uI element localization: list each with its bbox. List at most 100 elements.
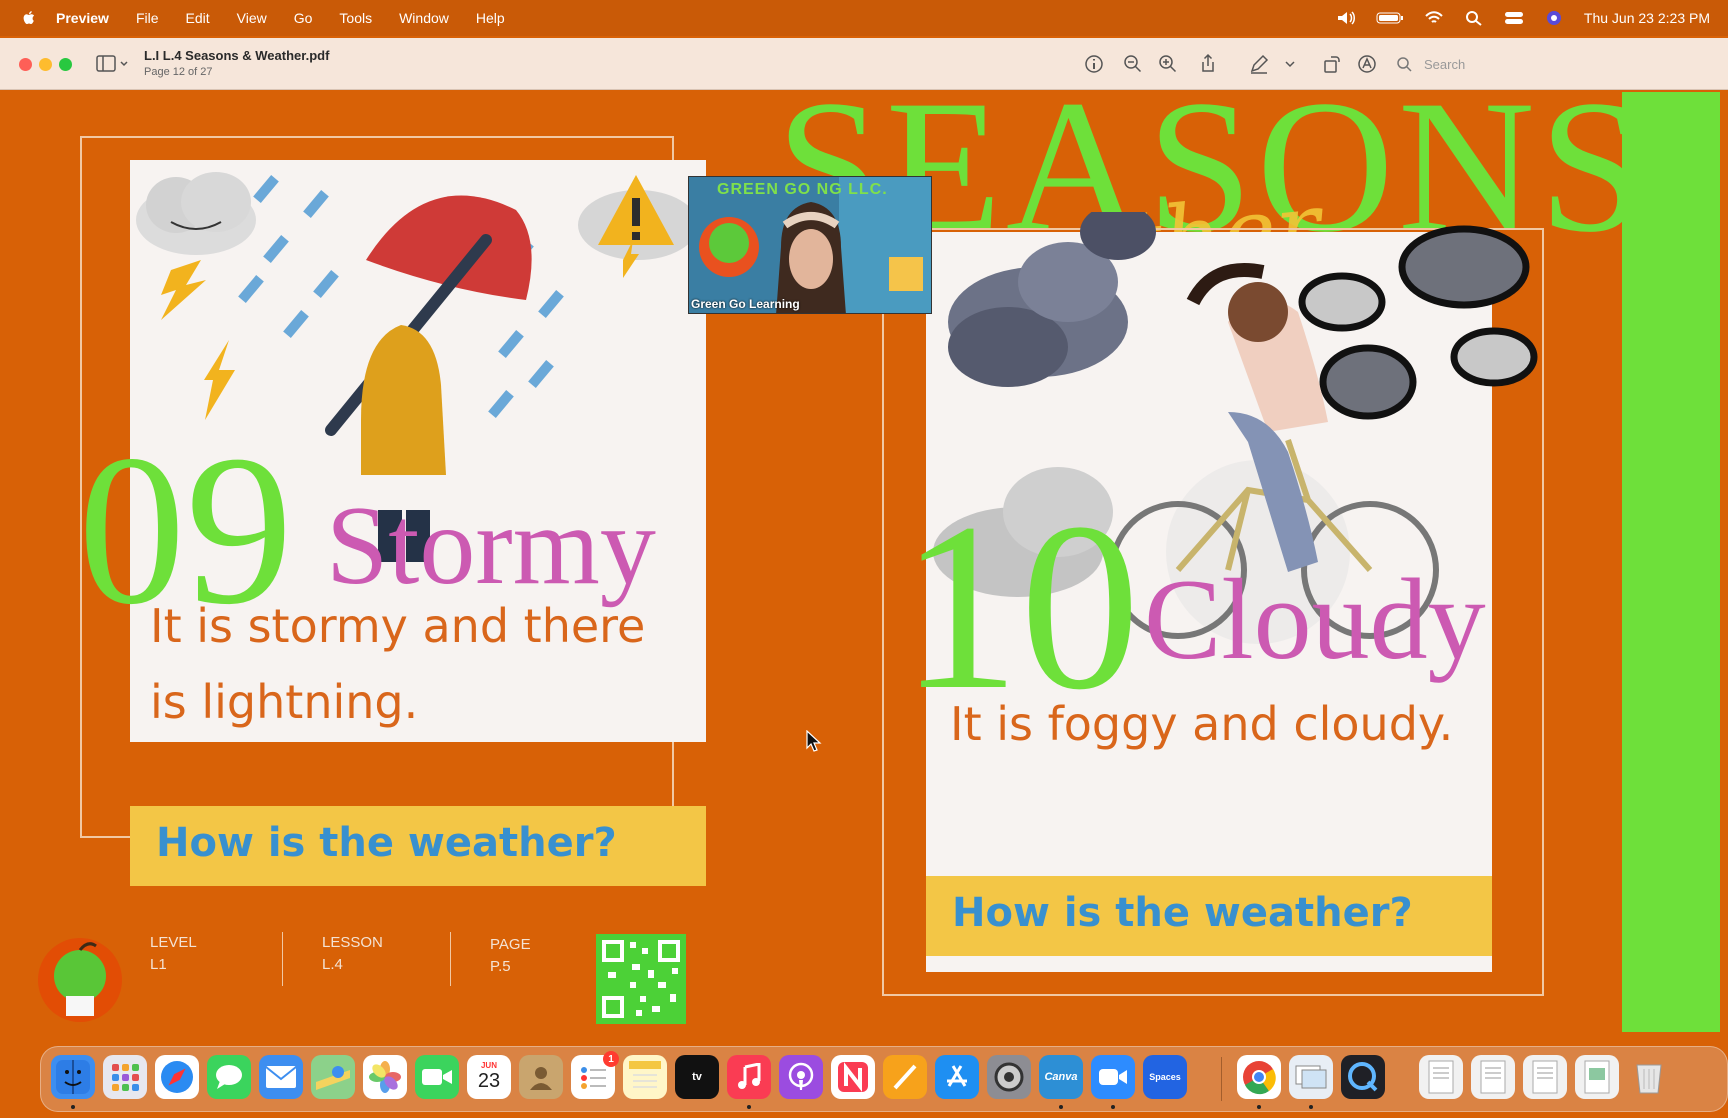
dock-finder[interactable] (51, 1055, 95, 1099)
dock-chrome[interactable] (1237, 1055, 1281, 1099)
annotate-icon[interactable] (1356, 53, 1378, 75)
lesson-label: LESSON (322, 934, 383, 951)
share-icon[interactable] (1197, 53, 1219, 75)
dock-preview[interactable] (1289, 1055, 1333, 1099)
video-participant-name: Green Go Learning (691, 297, 800, 311)
dock-spaces[interactable]: Spaces (1143, 1055, 1187, 1099)
menu-view[interactable]: View (237, 10, 267, 26)
dock-launchpad[interactable] (103, 1055, 147, 1099)
apple-menu-icon[interactable] (20, 9, 38, 27)
dock-mail[interactable] (259, 1055, 303, 1099)
chrome-icon (1243, 1061, 1276, 1095)
dock-running-indicator (1059, 1105, 1063, 1109)
sentence-cloudy: It is foggy and cloudy. (950, 697, 1454, 751)
appletv-label: tv (692, 1071, 702, 1083)
page-info: PAGE P.5 (490, 934, 531, 978)
window-close-button[interactable] (19, 58, 32, 71)
dock-photos[interactable] (363, 1055, 407, 1099)
wifi-icon[interactable] (1424, 10, 1444, 26)
pages-pen-icon (893, 1064, 917, 1090)
dock-calendar[interactable]: JUN 23 (467, 1055, 511, 1099)
volume-icon[interactable] (1336, 10, 1356, 26)
dock-music[interactable] (727, 1055, 771, 1099)
dock-quicktime[interactable] (1341, 1055, 1385, 1099)
dock-safari[interactable] (155, 1055, 199, 1099)
dock-running-indicator (1309, 1105, 1313, 1109)
dock-news[interactable] (831, 1055, 875, 1099)
notes-icon (629, 1061, 661, 1088)
mouse-cursor-icon (806, 730, 822, 752)
dock-document-stack[interactable] (1471, 1055, 1515, 1099)
dock-running-indicator (71, 1105, 75, 1109)
dock-apple-tv[interactable]: tv (675, 1055, 719, 1099)
dock-maps[interactable] (311, 1055, 355, 1099)
menu-file[interactable]: File (136, 10, 159, 26)
menu-bar: Preview File Edit View Go Tools Window H… (0, 0, 1728, 36)
settings-gear-icon (994, 1062, 1024, 1092)
dock-contacts[interactable] (519, 1055, 563, 1099)
calendar-month: JUN (480, 1061, 497, 1070)
dock-document-stack[interactable] (1575, 1055, 1619, 1099)
finder-icon (56, 1060, 90, 1094)
facetime-camera-icon (422, 1069, 452, 1085)
info-icon[interactable] (1083, 53, 1105, 75)
menubar-clock[interactable]: Thu Jun 23 2:23 PM (1584, 10, 1710, 26)
dock-document-stack[interactable] (1523, 1055, 1567, 1099)
document-icon (1480, 1060, 1506, 1094)
window-maximize-button[interactable] (59, 58, 72, 71)
markup-dropdown-chevron-icon[interactable] (1283, 53, 1297, 75)
dock-document-stack[interactable] (1419, 1055, 1463, 1099)
rotate-icon[interactable] (1321, 53, 1343, 75)
document-page-indicator: Page 12 of 27 (144, 66, 213, 78)
spotlight-search-icon[interactable] (1464, 10, 1484, 26)
search-icon (1397, 57, 1412, 72)
dock-canva[interactable]: Canva (1039, 1055, 1083, 1099)
messages-bubble-icon (216, 1065, 242, 1089)
dock-facetime[interactable] (415, 1055, 459, 1099)
dock-podcasts[interactable] (779, 1055, 823, 1099)
menu-window[interactable]: Window (399, 10, 449, 26)
document-icon (1532, 1060, 1558, 1094)
calendar-day: 23 (477, 1070, 501, 1092)
reminders-list-icon (581, 1067, 606, 1089)
sidebar-toggle-icon[interactable] (96, 54, 130, 74)
footer-divider (282, 932, 283, 986)
markup-pen-icon[interactable] (1248, 53, 1270, 75)
menu-go[interactable]: Go (294, 10, 313, 26)
video-call-thumbnail[interactable]: GREEN GO NG LLC. Green Go Learning (688, 176, 932, 314)
menu-app-preview[interactable]: Preview (56, 10, 109, 26)
question-bar-right: How is the weather? (926, 876, 1492, 956)
level-label: LEVEL (150, 934, 197, 951)
dock-running-indicator (1257, 1105, 1261, 1109)
siri-icon[interactable] (1544, 10, 1564, 26)
lesson-value: L.4 (322, 956, 343, 973)
zoom-out-icon[interactable] (1122, 53, 1144, 75)
spaces-label: Spaces (1149, 1072, 1181, 1082)
maps-icon (316, 1066, 350, 1090)
dock-zoom[interactable] (1091, 1055, 1135, 1099)
dock-pages[interactable] (883, 1055, 927, 1099)
qr-code (596, 934, 686, 1024)
battery-icon[interactable] (1376, 10, 1404, 26)
dock-notes[interactable] (623, 1055, 667, 1099)
lightning-bolt-icon (204, 340, 235, 420)
dock-system-preferences[interactable] (987, 1055, 1031, 1099)
dock-app-store[interactable] (935, 1055, 979, 1099)
contacts-person-icon (530, 1067, 552, 1090)
dock-messages[interactable] (207, 1055, 251, 1099)
window-minimize-button[interactable] (39, 58, 52, 71)
search-placeholder: Search (1424, 56, 1466, 72)
dock-trash[interactable] (1627, 1055, 1671, 1099)
photos-flower-icon (369, 1061, 401, 1093)
menu-help[interactable]: Help (476, 10, 505, 26)
dock: JUN 23 1 tv Canva Spaces (40, 1046, 1728, 1112)
dock-reminders[interactable]: 1 (571, 1051, 619, 1099)
menu-edit[interactable]: Edit (186, 10, 210, 26)
menu-tools[interactable]: Tools (339, 10, 372, 26)
news-icon (838, 1062, 868, 1092)
zoom-in-icon[interactable] (1157, 53, 1179, 75)
canva-label: Canva (1044, 1071, 1078, 1083)
document-title: L.I L.4 Seasons & Weather.pdf (144, 48, 330, 63)
control-center-icon[interactable] (1504, 10, 1524, 26)
search-field[interactable]: Search (1396, 52, 1586, 76)
